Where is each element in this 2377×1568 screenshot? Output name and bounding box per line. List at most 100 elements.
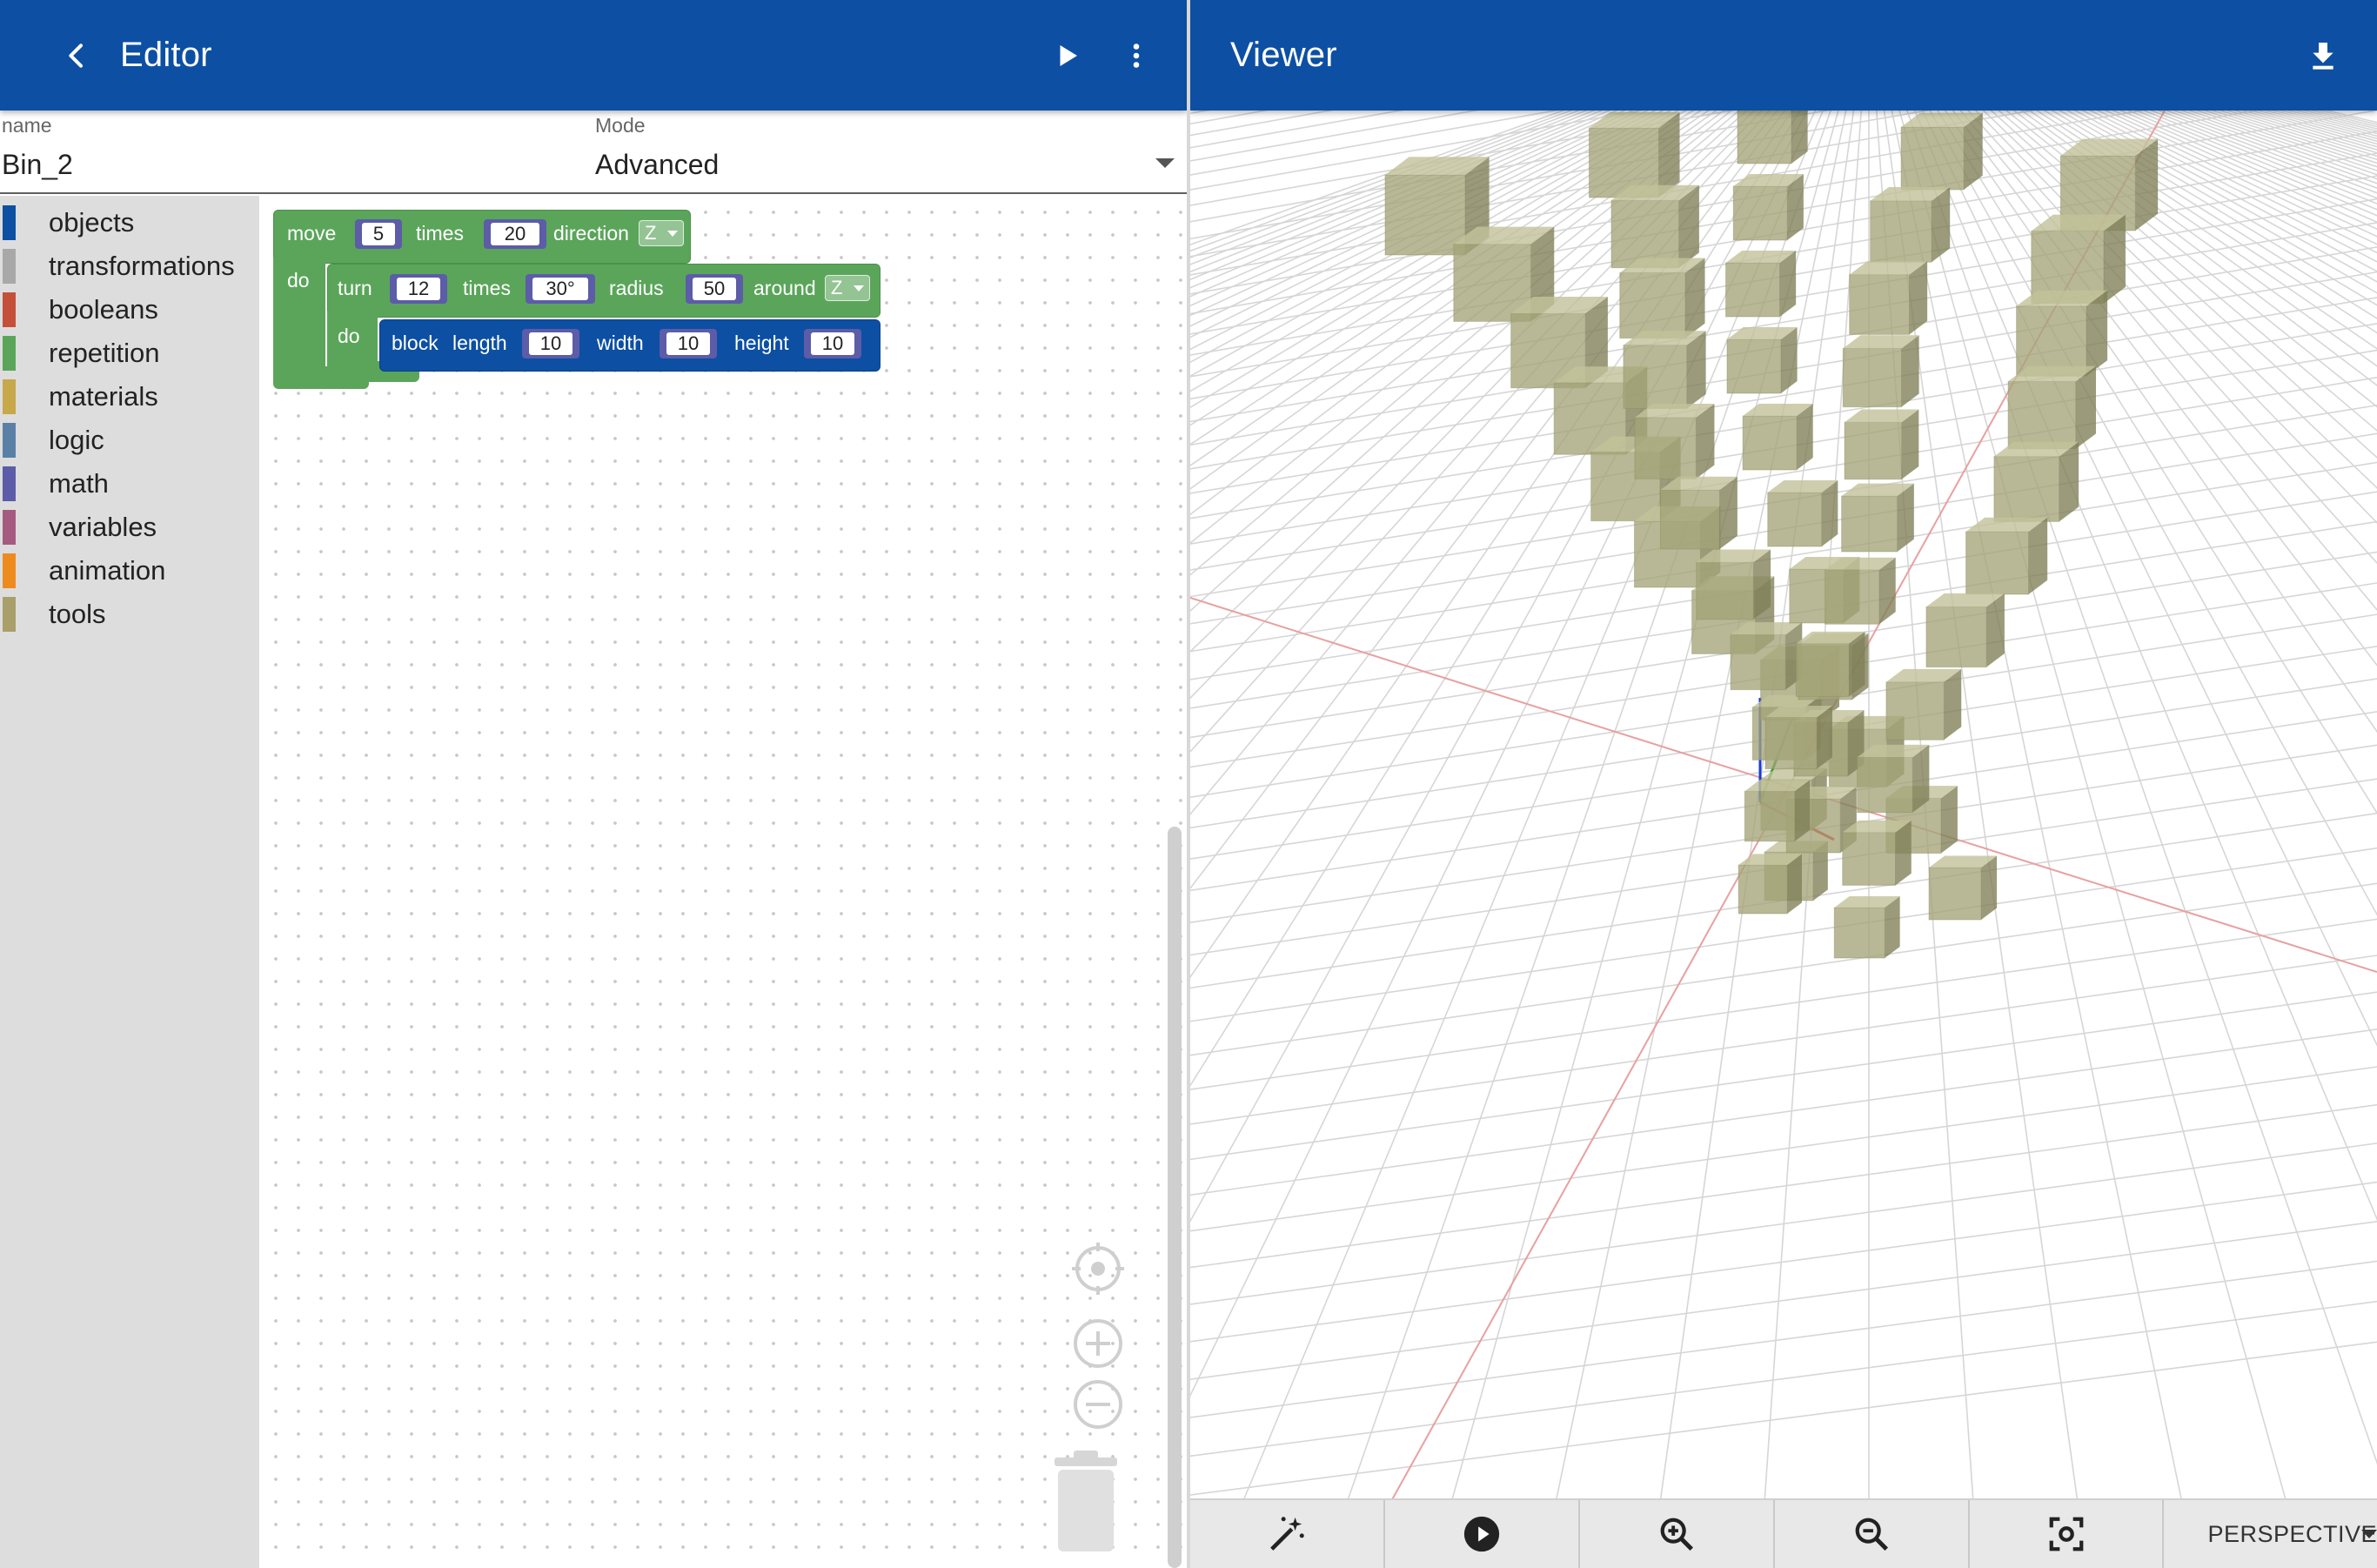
toolbox-item-booleans[interactable]: booleans xyxy=(0,288,259,332)
category-swatch xyxy=(3,553,16,588)
move-label: move xyxy=(287,222,337,245)
move-count-input[interactable]: 5 xyxy=(355,219,402,249)
toolbox-item-label: repetition xyxy=(49,338,160,368)
target-icon[interactable] xyxy=(1072,1243,1124,1295)
name-label: name xyxy=(2,114,52,137)
turn-radius-label: radius xyxy=(609,277,664,299)
turn-count-value[interactable]: 12 xyxy=(397,278,440,300)
category-swatch xyxy=(3,423,16,458)
move-distance-value[interactable]: 20 xyxy=(491,223,539,245)
category-swatch xyxy=(3,249,16,284)
play-animation-button[interactable] xyxy=(1385,1500,1580,1568)
block-height-value[interactable]: 10 xyxy=(811,332,854,355)
toolbox-item-label: transformations xyxy=(49,251,235,281)
run-button[interactable] xyxy=(1032,21,1101,90)
camera-mode-value: PERSPECTIVE xyxy=(2207,1520,2377,1547)
pane-divider[interactable] xyxy=(1187,0,1190,1568)
toolbox-item-math[interactable]: math xyxy=(0,462,259,506)
move-direction-value: Z xyxy=(645,222,657,244)
magic-wand-button[interactable] xyxy=(1190,1500,1385,1568)
turn-angle-value[interactable]: 30° xyxy=(532,278,588,300)
toolbox-item-animation[interactable]: animation xyxy=(0,549,259,593)
viewer-zoom-in-button[interactable] xyxy=(1580,1500,1775,1568)
back-button[interactable] xyxy=(33,12,120,99)
category-swatch xyxy=(3,510,16,545)
mode-label: Mode xyxy=(595,114,646,137)
toolbox-item-label: materials xyxy=(49,381,158,412)
turn-axis-value: Z xyxy=(831,277,843,298)
dropdown-arrow-icon xyxy=(854,285,864,291)
block-length-input[interactable]: 10 xyxy=(522,329,579,358)
turn-radius-value[interactable]: 50 xyxy=(693,278,736,300)
chevron-left-icon xyxy=(69,43,83,68)
block-label: block xyxy=(392,332,439,354)
toolbox-item-label: variables xyxy=(49,512,157,542)
viewer-title: Viewer xyxy=(1230,36,1337,74)
zoom-in-icon xyxy=(1660,1518,1693,1551)
3d-viewer[interactable] xyxy=(1190,111,2377,1503)
turn-count-input[interactable]: 12 xyxy=(390,274,447,304)
more-vert-icon xyxy=(1133,43,1140,68)
more-menu-button[interactable] xyxy=(1101,21,1171,90)
3d-scene[interactable] xyxy=(1190,111,2377,1503)
category-swatch xyxy=(3,379,16,414)
category-swatch xyxy=(3,292,16,327)
workspace-scrollbar[interactable] xyxy=(1168,827,1182,1568)
minus-circle-icon[interactable] xyxy=(1072,1378,1124,1431)
turn-angle-input[interactable]: 30° xyxy=(526,274,595,304)
toolbox-item-label: tools xyxy=(49,599,106,629)
toolbox-item-transformations[interactable]: transformations xyxy=(0,245,259,288)
block-height-label: height xyxy=(734,332,789,354)
viewer-zoom-out-button[interactable] xyxy=(1775,1500,1970,1568)
move-direction-dropdown[interactable]: Z xyxy=(639,220,684,246)
toolbox-item-label: booleans xyxy=(49,294,158,325)
turn-radius-input[interactable]: 50 xyxy=(686,274,743,304)
block-width-input[interactable]: 10 xyxy=(660,329,717,358)
category-swatch xyxy=(3,466,16,501)
turn-around-label: around xyxy=(753,277,816,299)
mode-select[interactable]: Advanced xyxy=(595,149,1178,187)
dropdown-arrow-icon xyxy=(2361,1530,2377,1538)
toolbox-item-label: objects xyxy=(49,207,135,238)
block-width-label: width xyxy=(597,332,644,354)
move-distance-input[interactable]: 20 xyxy=(484,219,546,249)
plus-circle-icon[interactable] xyxy=(1072,1317,1124,1370)
mode-select-arrow-icon[interactable] xyxy=(1155,158,1175,168)
block-height-input[interactable]: 10 xyxy=(804,329,861,358)
turn-times-label: times xyxy=(463,277,511,299)
toolbox-item-tools[interactable]: tools xyxy=(0,593,259,636)
block-workspace[interactable]: move 5 times 20 direction Z do turn 12 t… xyxy=(259,196,1187,1568)
download-icon xyxy=(2313,42,2333,70)
block-length-label: length xyxy=(452,332,507,354)
turn-axis-dropdown[interactable]: Z xyxy=(825,275,870,301)
move-do-label: do xyxy=(287,269,310,291)
toolbox-item-label: animation xyxy=(49,555,166,586)
magic-wand-icon xyxy=(1270,1517,1304,1551)
fit-view-button[interactable] xyxy=(1970,1500,2165,1568)
category-swatch xyxy=(3,205,16,240)
name-input[interactable]: Bin_2 xyxy=(2,149,73,181)
move-direction-label: direction xyxy=(553,222,629,245)
zoom-out-icon xyxy=(1855,1518,1888,1551)
toolbox-item-label: logic xyxy=(49,425,104,455)
block-width-value[interactable]: 10 xyxy=(666,332,710,355)
toolbox-item-label: math xyxy=(49,468,109,499)
trash-icon[interactable] xyxy=(1051,1451,1121,1553)
editor-app-bar: Editor xyxy=(0,0,1187,111)
toolbox-item-variables[interactable]: variables xyxy=(0,506,259,549)
viewer-toolbar: PERSPECTIVE xyxy=(1190,1498,2377,1568)
category-swatch xyxy=(3,597,16,632)
turn-label: turn xyxy=(338,277,372,299)
viewer-app-bar: Viewer xyxy=(1190,0,2377,111)
toolbox-item-logic[interactable]: logic xyxy=(0,419,259,462)
toolbox-item-materials[interactable]: materials xyxy=(0,375,259,419)
toolbox-item-repetition[interactable]: repetition xyxy=(0,332,259,375)
play-icon xyxy=(1060,44,1077,66)
move-times-label: times xyxy=(416,222,464,245)
move-count-value[interactable]: 5 xyxy=(362,223,395,245)
block-length-value[interactable]: 10 xyxy=(529,332,572,355)
turn-do-label: do xyxy=(338,325,360,347)
toolbox-item-objects[interactable]: objects xyxy=(0,201,259,245)
camera-mode-select[interactable]: PERSPECTIVE xyxy=(2164,1500,2377,1568)
download-button[interactable] xyxy=(2288,21,2358,90)
